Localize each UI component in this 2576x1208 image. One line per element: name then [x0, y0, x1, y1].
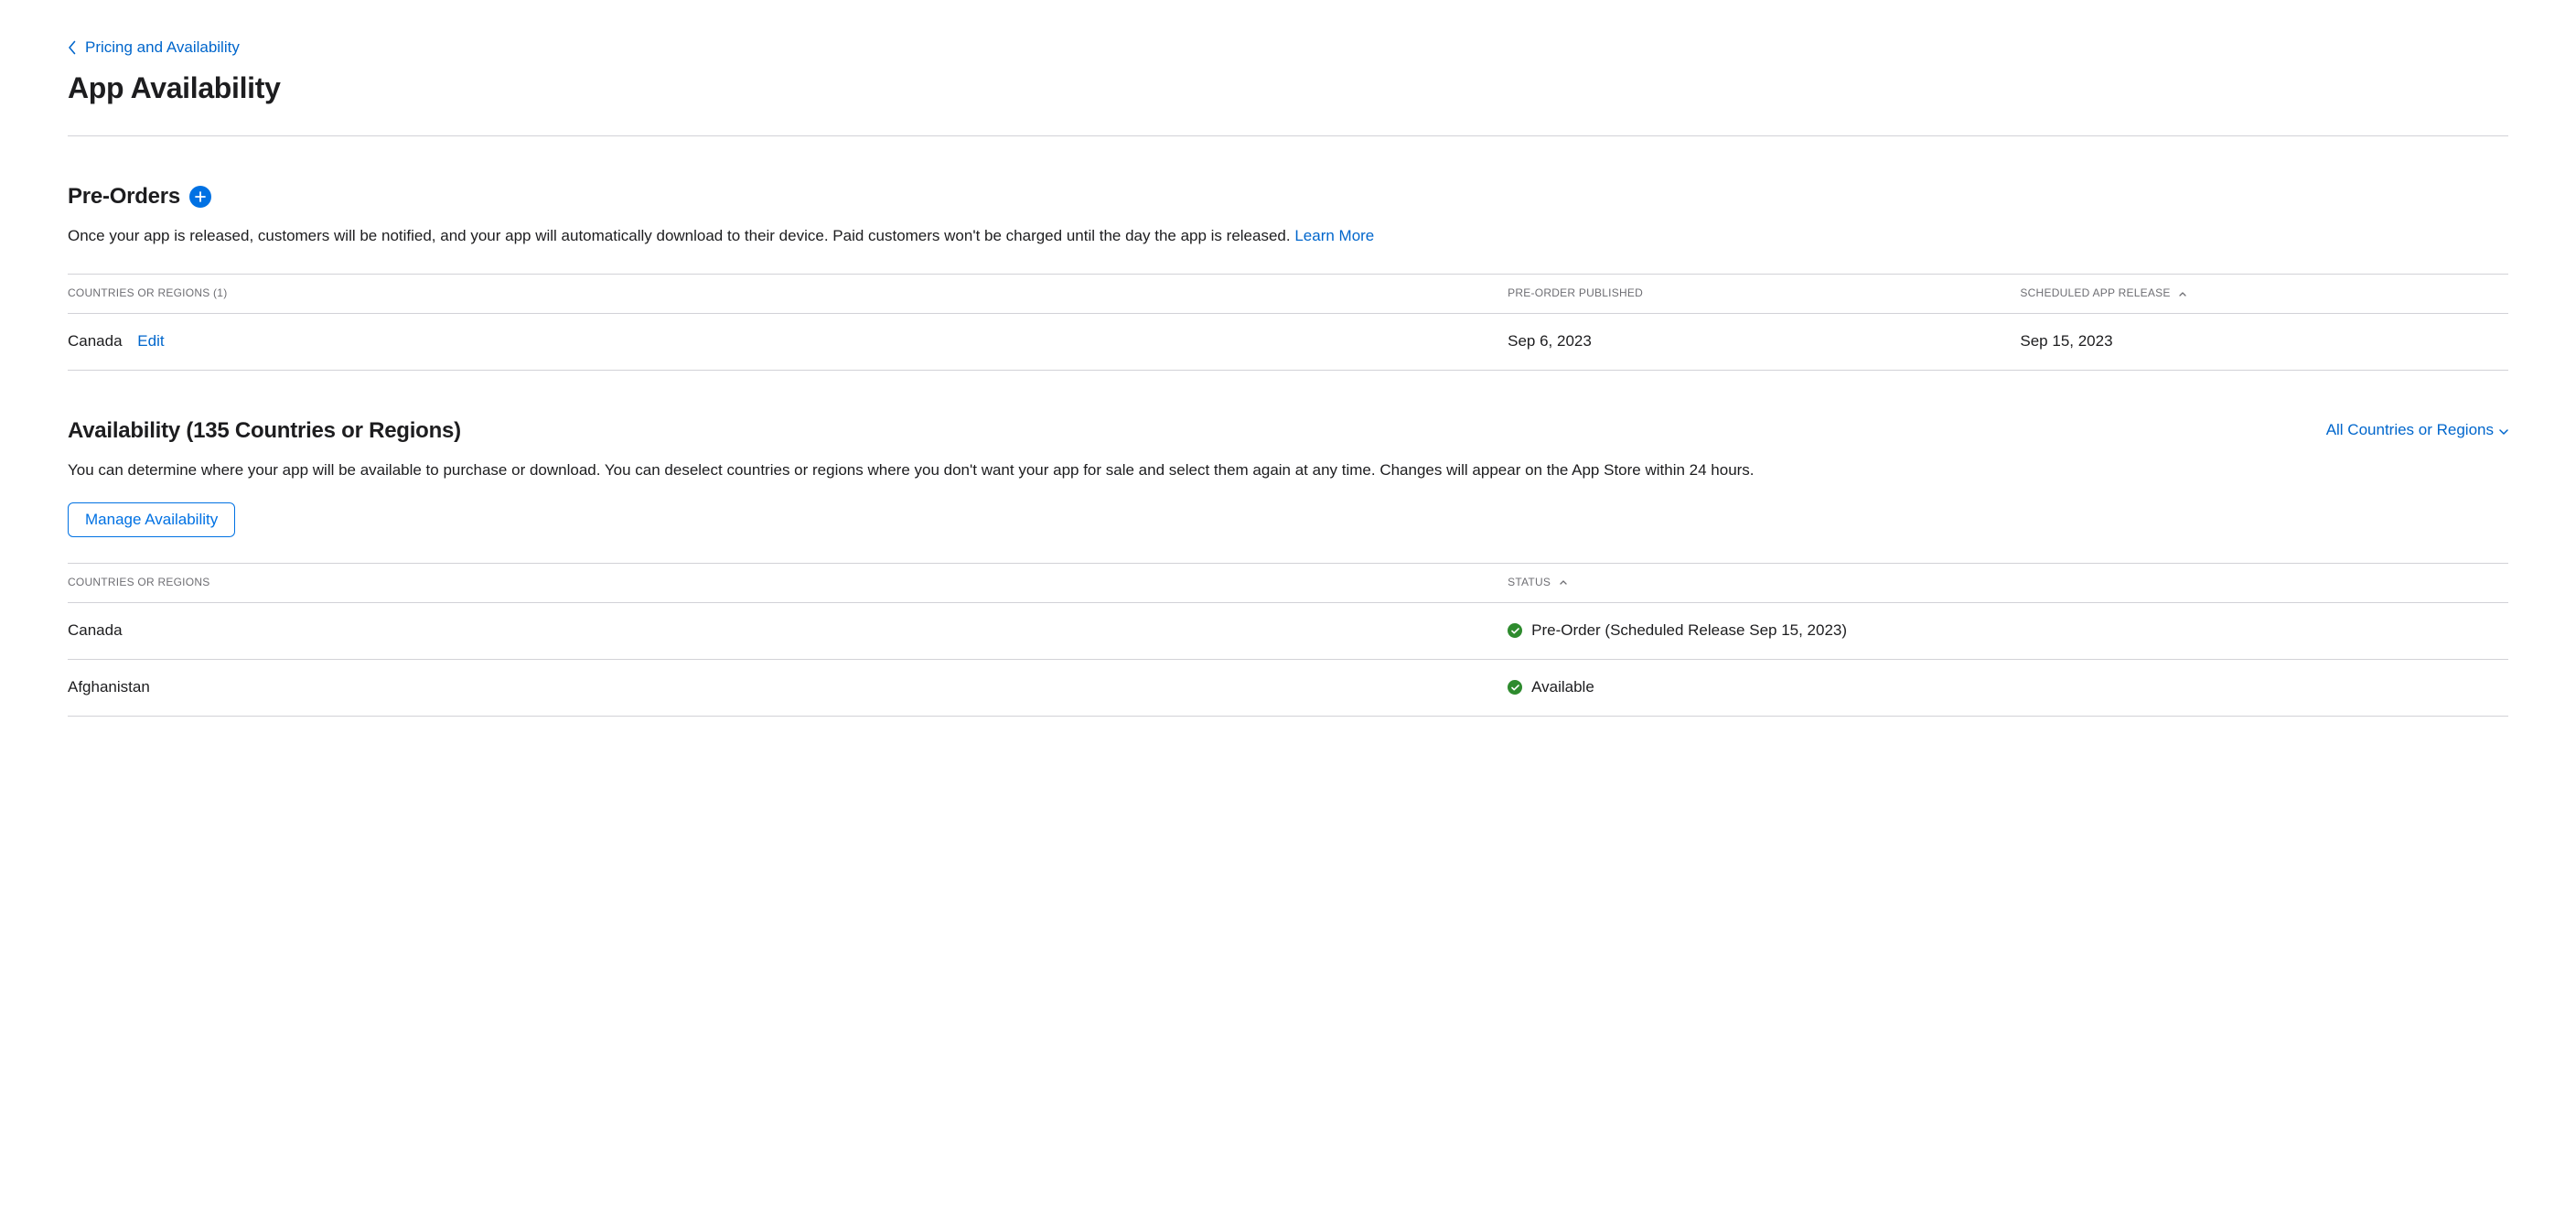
availability-title: Availability (135 Countries or Regions)	[68, 415, 461, 447]
preorders-description: Once your app is released, customers wil…	[68, 225, 2508, 248]
preorders-col-countries[interactable]: Countries or Regions (1)	[68, 275, 1508, 314]
availability-status: Pre-Order (Scheduled Release Sep 15, 202…	[1508, 620, 2508, 642]
availability-section: Availability (135 Countries or Regions) …	[68, 415, 2508, 717]
page-title: App Availability	[68, 67, 2508, 110]
check-icon	[1508, 623, 1522, 638]
table-row: Canada Edit Sep 6, 2023 Sep 15, 2023	[68, 313, 2508, 370]
preorders-col-published[interactable]: Pre-Order Published	[1508, 275, 2020, 314]
table-row: Canada Pre-Order (Scheduled Release Sep …	[68, 602, 2508, 659]
availability-header-row: Availability (135 Countries or Regions) …	[68, 415, 2508, 447]
preorder-published: Sep 6, 2023	[1508, 313, 2020, 370]
preorder-release: Sep 15, 2023	[2020, 313, 2508, 370]
learn-more-link[interactable]: Learn More	[1294, 227, 1374, 244]
sort-asc-icon	[1560, 580, 1567, 585]
preorders-section: Pre-Orders Once your app is released, cu…	[68, 180, 2508, 371]
availability-description: You can determine where your app will be…	[68, 459, 2508, 482]
table-row: Afghanistan Available	[68, 659, 2508, 716]
breadcrumb[interactable]: Pricing and Availability	[68, 37, 240, 59]
preorders-title: Pre-Orders	[68, 180, 180, 212]
availability-table: Countries or Regions Status Canada	[68, 563, 2508, 717]
manage-availability-button[interactable]: Manage Availability	[68, 502, 235, 537]
breadcrumb-label: Pricing and Availability	[85, 37, 240, 59]
chevron-down-icon	[2499, 419, 2508, 442]
availability-status: Available	[1508, 676, 2508, 699]
availability-col-countries[interactable]: Countries or Regions	[68, 564, 1508, 603]
sort-asc-icon	[2179, 292, 2186, 297]
preorders-header: Pre-Orders	[68, 180, 2508, 212]
check-icon	[1508, 680, 1522, 695]
chevron-left-icon	[68, 40, 76, 55]
edit-link[interactable]: Edit	[137, 332, 164, 350]
preorders-table: Countries or Regions (1) Pre-Order Publi…	[68, 274, 2508, 371]
regions-dropdown[interactable]: All Countries or Regions	[2326, 419, 2508, 442]
availability-country: Afghanistan	[68, 659, 1508, 716]
availability-col-status[interactable]: Status	[1508, 564, 2508, 603]
availability-country: Canada	[68, 602, 1508, 659]
preorders-col-release[interactable]: Scheduled App Release	[2020, 275, 2508, 314]
divider	[68, 135, 2508, 136]
preorder-country: Canada	[68, 332, 123, 350]
add-preorder-button[interactable]	[189, 186, 211, 208]
